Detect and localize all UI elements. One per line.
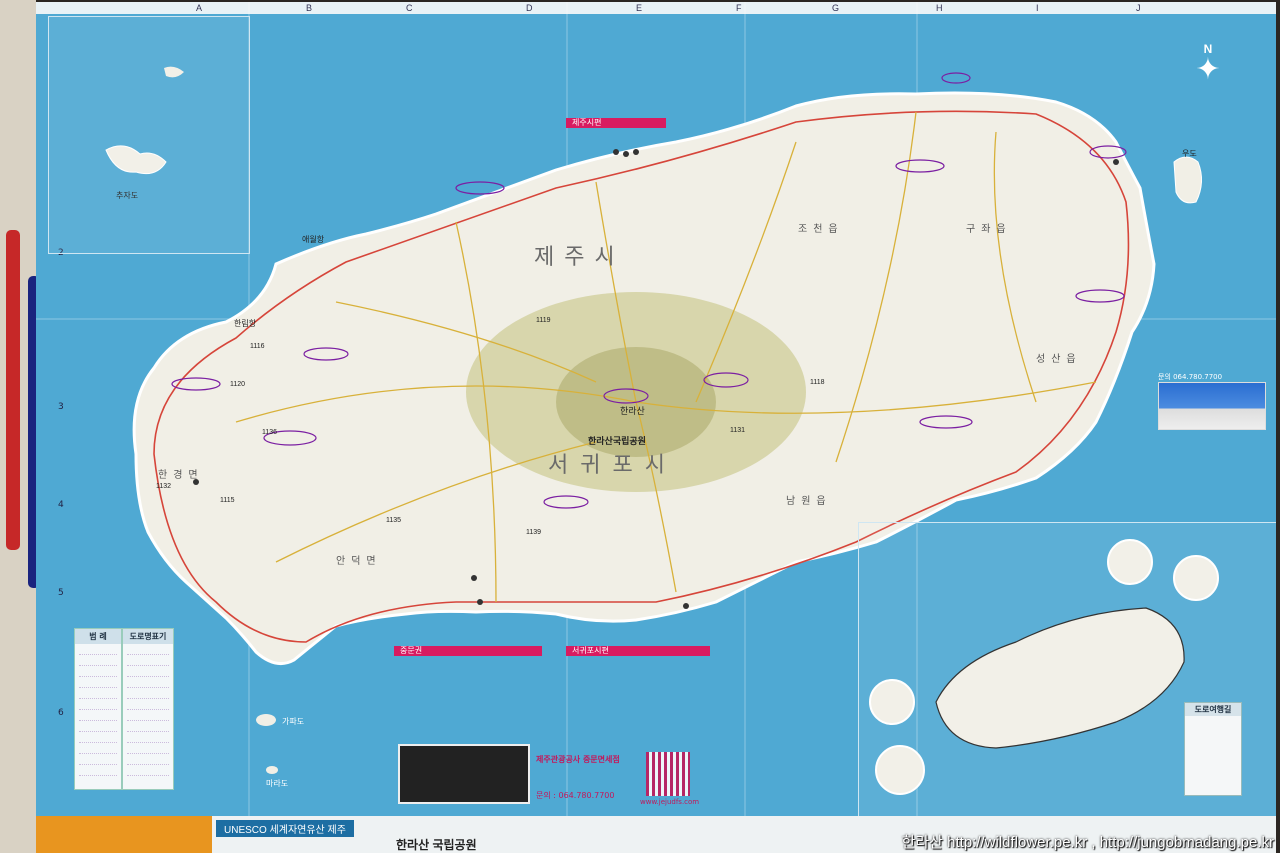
road-sign-legend: 도로명표기 xyxy=(122,628,174,790)
seogwipo-panel-header: 서귀포시편 xyxy=(566,646,710,656)
tourism-office-title: 제주관광공사 중문면세점 xyxy=(536,755,620,764)
qr-url: www.jejudfs.com xyxy=(640,798,700,806)
legend-title: 범 례 xyxy=(75,629,121,644)
udo-island xyxy=(1173,156,1202,204)
peak-label: 한라산 xyxy=(620,406,645,416)
chuja-inset-frame xyxy=(48,16,250,254)
seongsan-info-phone: 문의 064.780.7700 xyxy=(1158,373,1223,381)
hallasan-park-heading: 한라산 국립공원 xyxy=(396,838,477,852)
place-label-seongsan: 성산읍 xyxy=(1036,353,1082,365)
place-label-marado: 마라도 xyxy=(266,779,288,788)
place-label-udo: 우도 xyxy=(1182,149,1197,158)
route-number: 1116 xyxy=(250,343,265,350)
region-label-seogwipo: 서귀포시 xyxy=(548,452,677,477)
jungmun-panel-header: 중문권 xyxy=(394,646,542,656)
route-number: 1139 xyxy=(526,529,541,536)
duty-free-photo xyxy=(398,744,530,804)
place-label-hangyeong: 한경면 xyxy=(158,468,204,481)
place-label-andeok: 안덕면 xyxy=(336,555,382,567)
place-label-gujwa: 구좌읍 xyxy=(966,223,1012,235)
route-number: 1132 xyxy=(156,483,171,490)
place-label-namwon: 남원읍 xyxy=(786,495,832,507)
marado-island xyxy=(266,766,278,774)
gapado-island xyxy=(256,714,276,726)
qr-code[interactable] xyxy=(646,752,690,796)
road-trip-legend-title: 도로여행길 xyxy=(1185,703,1241,716)
place-label-gapado: 가파도 xyxy=(282,717,304,726)
tourism-office-phone: 문의 : 064.780.7700 xyxy=(536,791,615,800)
road-trip-legend: 도로여행길 xyxy=(1184,702,1242,796)
place-label-jocheon: 조천읍 xyxy=(798,223,844,235)
tourist-map-sheet: A B C D E F G H I J 2 3 4 5 6 제주시 서귀포시 한… xyxy=(36,2,1276,853)
route-number: 1115 xyxy=(220,497,235,504)
watermark-text: 한라산 http://wildflower.pe.kr , http://jun… xyxy=(901,834,1274,851)
route-number: 1131 xyxy=(730,427,745,434)
route-number: 1135 xyxy=(386,517,401,524)
compass-rose: N ✦ xyxy=(1188,42,1228,88)
red-pen xyxy=(6,230,20,550)
region-label-jeju-city: 제주시 xyxy=(534,244,625,269)
unesco-banner: UNESCO 세계자연유산 제주 xyxy=(216,820,354,837)
jeju-city-panel-header: 제주시편 xyxy=(566,118,666,128)
map-legend: 범 례 xyxy=(74,628,122,790)
seongsan-photo xyxy=(1158,382,1266,430)
place-label-aewol: 애월항 xyxy=(302,234,325,244)
route-number: 1119 xyxy=(536,317,551,324)
route-number: 1120 xyxy=(230,381,245,388)
national-park-label: 한라산국립공원 xyxy=(588,435,646,446)
route-number: 1118 xyxy=(810,379,825,386)
route-number: 1136 xyxy=(262,429,277,436)
place-label-hallim: 한림항 xyxy=(234,318,257,328)
brand-strip xyxy=(36,816,212,853)
compass-star-icon: ✦ xyxy=(1195,52,1221,87)
road-sign-legend-title: 도로명표기 xyxy=(123,629,173,644)
